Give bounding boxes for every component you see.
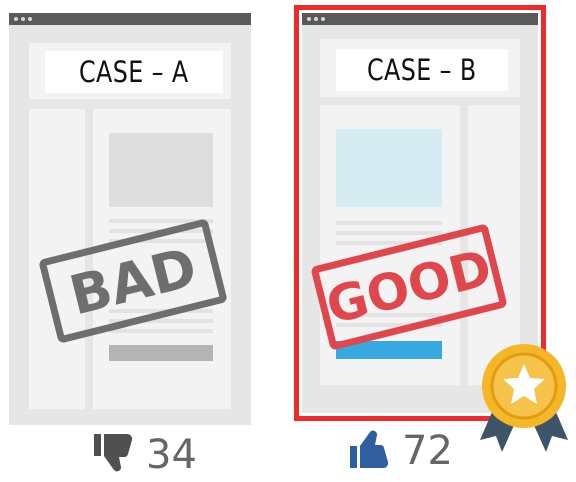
case-a-titlebar	[9, 13, 251, 25]
thumbs-down-icon	[92, 430, 142, 476]
case-b-image-placeholder	[336, 129, 442, 207]
case-a-title: CASE – A	[79, 55, 189, 89]
case-b-text-line	[336, 221, 442, 225]
case-a-header-label-box: CASE – A	[45, 51, 223, 93]
case-b-vote-count: 72	[402, 428, 453, 474]
case-b-panel: CASE – B GOOD 72	[270, 0, 576, 482]
case-a-text-line	[109, 329, 213, 333]
case-b-text-line	[336, 231, 442, 235]
thumbs-up-icon	[348, 426, 398, 472]
case-a-button-placeholder	[109, 345, 213, 361]
case-b-title: CASE – B	[367, 53, 477, 87]
case-b-header-label-box: CASE – B	[336, 49, 508, 91]
window-dots-icon	[14, 17, 32, 21]
case-a-image-placeholder	[109, 133, 213, 207]
case-a-panel: CASE – A BAD 34	[0, 0, 270, 482]
case-a-vote-count: 34	[146, 432, 197, 478]
window-dots-icon	[307, 17, 325, 21]
award-medal-star-icon	[474, 336, 574, 460]
case-a-page-mockup: CASE – A	[9, 13, 251, 425]
case-b-titlebar	[302, 13, 538, 25]
